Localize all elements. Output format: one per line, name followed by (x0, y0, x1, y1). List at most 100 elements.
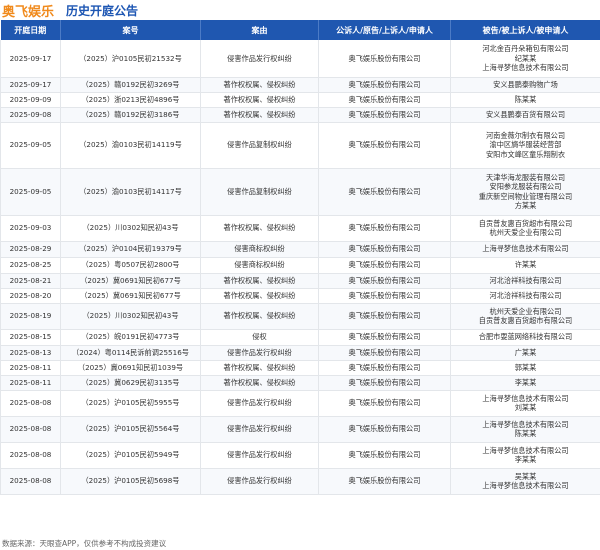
page-header: 奥飞娱乐 历史开庭公告 (0, 0, 600, 20)
defendant-name: 河北洽祥科技有限公司 (489, 275, 562, 285)
defendant-cell: 广某某 (450, 345, 600, 361)
defendant-cell: 郭某某 (450, 360, 600, 376)
case-number-cell: （2025）沪0104民初19379号 (60, 241, 201, 258)
hearing-date-cell: 2025-08-29 (0, 241, 61, 258)
defendant-cell: 陈某某 (450, 92, 600, 108)
defendant-name: 吴某某 (514, 471, 537, 481)
case-cause-cell: 侵害商标权纠纷 (200, 241, 319, 258)
defendant-name: 上海寻梦信息技术有限公司 (482, 481, 569, 490)
case-cause-cell: 著作权权属、侵权纠纷 (200, 303, 319, 330)
plaintiff-cell: 奥飞娱乐股份有限公司 (318, 92, 451, 108)
case-cause-cell: 著作权权属、侵权纠纷 (200, 273, 319, 289)
table-row: 2025-08-21 （2025）冀0691知民初677号 著作权权属、侵权纠纷 奥飞… (0, 273, 600, 289)
hearing-date-cell: 2025-09-17 (0, 40, 61, 78)
plaintiff-cell: 奥飞娱乐股份有限公司 (318, 122, 451, 169)
hearing-date-cell: 2025-08-08 (0, 442, 61, 469)
case-number-cell: （2025）赣0192民初3269号 (60, 77, 201, 93)
defendant-cell: 河北金百丹朵箱包有限公司 纪某某 上海寻梦信息技术有限公司 (450, 40, 600, 78)
defendant-name: 方某某 (514, 201, 537, 210)
defendant-cell: 上海寻梦信息技术有限公司 刘某某 (450, 390, 600, 417)
case-cause-cell: 侵害作品复制权纠纷 (200, 168, 319, 216)
case-number-cell: （2025）沪0105民初5955号 (60, 390, 201, 417)
column-header-defendant: 被告/被上诉人/被申请人 (450, 20, 600, 40)
defendant-cell: 李某某 (450, 375, 600, 391)
defendant-cell: 合肥市耍蓝网络科技有限公司 (450, 329, 600, 346)
defendant-cell: 河南金薇尔制衣有限公司 渝中区旖华服装经营部 安阳市文峰区童乐翔制衣 (450, 122, 600, 169)
case-number-cell: （2025）浙0213民初4896号 (60, 92, 201, 108)
defendant-name: 陈某某 (514, 94, 537, 104)
case-cause-cell: 著作权权属、侵权纠纷 (200, 288, 319, 304)
hearing-date-cell: 2025-08-13 (0, 345, 61, 361)
case-number-cell: （2025）川0302知民初43号 (60, 215, 201, 242)
case-number-cell: （2025）渝0103民初14119号 (60, 122, 201, 169)
defendant-cell: 河北洽祥科技有限公司 (450, 273, 600, 289)
table-row: 2025-08-13 （2024）粤0114民诉前调25516号 侵害作品发行权纠纷… (0, 345, 600, 361)
defendant-name: 安义县鹏泰购物广场 (493, 79, 558, 89)
table-row: 2025-09-17 （2025）赣0192民初3269号 著作权权属、侵权纠纷 奥飞… (0, 77, 600, 93)
case-number-cell: （2024）粤0114民诉前调25516号 (60, 345, 201, 361)
case-cause-cell: 侵害作品发行权纠纷 (200, 468, 319, 495)
defendant-name: 陈某某 (514, 429, 537, 438)
case-number-cell: （2025）沪0105民初5698号 (60, 468, 201, 495)
case-cause-cell: 著作权权属、侵权纠纷 (200, 77, 319, 93)
defendant-name: 纪某某 (514, 53, 537, 63)
case-cause-cell: 侵害作品复制权纠纷 (200, 122, 319, 169)
column-header-date: 开庭日期 (0, 20, 61, 40)
case-cause-cell: 著作权权属、侵权纠纷 (200, 375, 319, 391)
column-header-case-number: 案号 (60, 20, 201, 40)
case-cause-cell: 侵害作品发行权纠纷 (200, 40, 319, 78)
case-cause-cell: 著作权权属、侵权纠纷 (200, 92, 319, 108)
plaintiff-cell: 奥飞娱乐股份有限公司 (318, 375, 451, 391)
plaintiff-cell: 奥飞娱乐股份有限公司 (318, 77, 451, 93)
defendant-cell: 吴某某 上海寻梦信息技术有限公司 (450, 468, 600, 495)
defendant-cell: 天津华海龙服装有限公司 安阳参龙服装有限公司 重庆新空间物业管理有限公司 方某某 (450, 168, 600, 216)
defendant-cell: 自贡普友惠百货超市有限公司 杭州天爱企业有限公司 (450, 215, 600, 242)
defendant-name: 天津华海龙服装有限公司 (485, 172, 566, 182)
plaintiff-cell: 奥飞娱乐股份有限公司 (318, 257, 451, 274)
table-row: 2025-08-25 （2025）粤0507民初2800号 侵害商标权纠纷 奥飞娱乐股… (0, 257, 600, 274)
defendant-name: 李某某 (514, 455, 537, 464)
defendant-name: 重庆新空间物业管理有限公司 (478, 191, 573, 201)
plaintiff-cell: 奥飞娱乐股份有限公司 (318, 442, 451, 469)
case-cause-cell: 侵害作品发行权纠纷 (200, 390, 319, 417)
data-source-note: 数据来源：天眼查APP，仅供参考不构成投资建议 (2, 539, 167, 548)
plaintiff-cell: 奥飞娱乐股份有限公司 (318, 468, 451, 495)
defendant-name: 郭某某 (514, 362, 537, 372)
hearing-date-cell: 2025-09-08 (0, 107, 61, 123)
table-row: 2025-08-08 （2025）沪0105民初5949号 侵害作品发行权纠纷 奥飞娱… (0, 442, 600, 469)
table-row: 2025-08-11 （2025）冀0691知民初1039号 著作权权属、侵权纠纷奥… (0, 360, 600, 376)
hearing-date-cell: 2025-08-20 (0, 288, 61, 304)
hearing-date-cell: 2025-08-11 (0, 375, 61, 391)
plaintiff-cell: 奥飞娱乐股份有限公司 (318, 288, 451, 304)
defendant-cell: 杭州天爱企业有限公司 自贡普友惠百货超市有限公司 (450, 303, 600, 330)
plaintiff-cell: 奥飞娱乐股份有限公司 (318, 273, 451, 289)
plaintiff-cell: 奥飞娱乐股份有限公司 (318, 329, 451, 346)
plaintiff-cell: 奥飞娱乐股份有限公司 (318, 345, 451, 361)
table-row: 2025-09-09 （2025）浙0213民初4896号 著作权权属、侵权纠纷 奥飞… (0, 92, 600, 108)
plaintiff-cell: 奥飞娱乐股份有限公司 (318, 360, 451, 376)
defendant-cell: 河北洽祥科技有限公司 (450, 288, 600, 304)
table-body: 2025-09-17 （2025）沪0105民初21532号 侵害作品发行权纠纷 奥飞… (0, 40, 600, 495)
defendant-name: 渝中区旖华服装经营部 (489, 140, 562, 150)
defendant-name: 杭州天爱企业有限公司 (489, 306, 562, 316)
hearing-date-cell: 2025-09-05 (0, 122, 61, 169)
plaintiff-cell: 奥飞娱乐股份有限公司 (318, 40, 451, 78)
column-header-plaintiff: 公诉人/原告/上诉人/申请人 (318, 20, 451, 40)
defendant-cell: 安义县鹏泰购物广场 (450, 77, 600, 93)
page-title: 历史开庭公告 (66, 3, 139, 18)
hearing-date-cell: 2025-08-11 (0, 360, 61, 376)
defendant-cell: 上海寻梦信息技术有限公司 陈某某 (450, 416, 600, 443)
case-number-cell: （2025）川0302知民初43号 (60, 303, 201, 330)
case-cause-cell: 著作权权属、侵权纠纷 (200, 215, 319, 242)
defendant-name: 李某某 (514, 377, 537, 387)
hearing-date-cell: 2025-08-15 (0, 329, 61, 346)
plaintiff-cell: 奥飞娱乐股份有限公司 (318, 107, 451, 123)
case-number-cell: （2025）粤0507民初2800号 (60, 257, 201, 274)
defendant-name: 河南金薇尔制衣有限公司 (485, 130, 566, 140)
case-number-cell: （2025）冀0629民初3135号 (60, 375, 201, 391)
plaintiff-cell: 奥飞娱乐股份有限公司 (318, 416, 451, 443)
case-cause-cell: 侵害作品发行权纠纷 (200, 345, 319, 361)
hearing-date-cell: 2025-08-08 (0, 416, 61, 443)
defendant-name: 自贡普友惠百货超市有限公司 (478, 316, 573, 325)
table-row: 2025-09-03 （2025）川0302知民初43号 著作权权属、侵权纠纷 奥飞娱… (0, 215, 600, 242)
